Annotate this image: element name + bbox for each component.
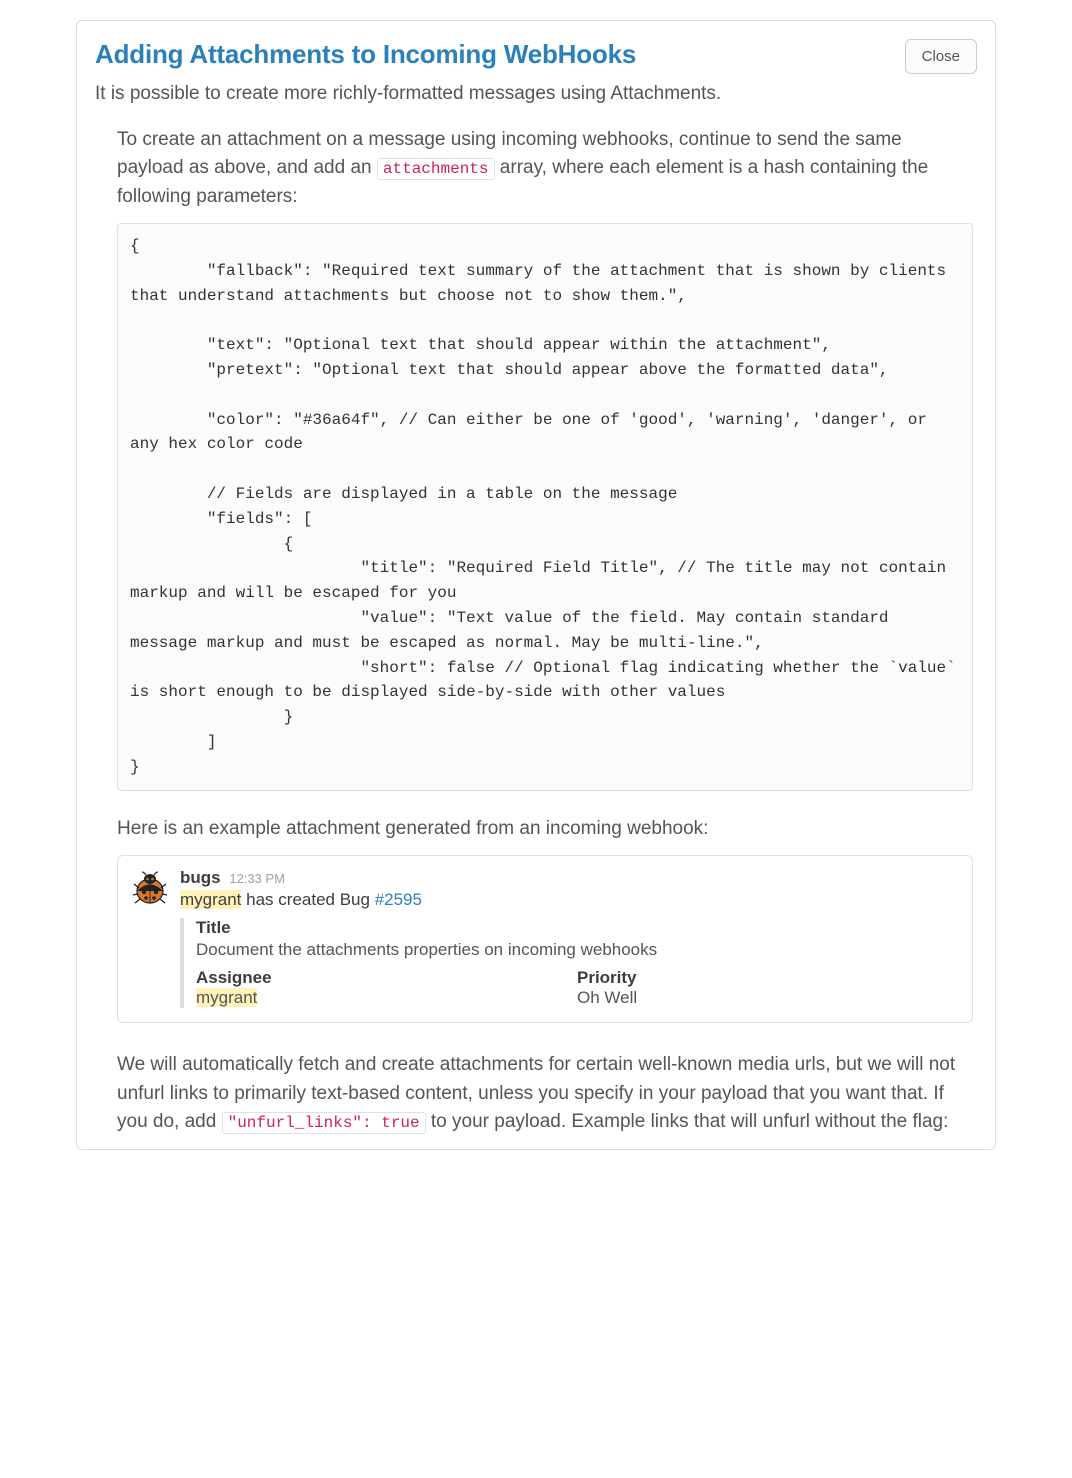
doc-panel: Adding Attachments to Incoming WebHooks … <box>76 20 996 1150</box>
fields-row: Assignee mygrant Priority Oh Well <box>196 968 958 1008</box>
code-block: { "fallback": "Required text summary of … <box>117 223 973 791</box>
inline-code-attachments: attachments <box>377 158 495 180</box>
field-assignee: Assignee mygrant <box>196 968 577 1008</box>
example-message: bugs 12:33 PM mygrant has created Bug #2… <box>117 855 973 1023</box>
attach-title-label: Title <box>196 918 958 938</box>
close-button[interactable]: Close <box>905 39 977 74</box>
instruction-paragraph: To create an attachment on a message usi… <box>117 126 973 212</box>
attach-title-value: Document the attachments properties on i… <box>196 940 958 960</box>
field-label-priority: Priority <box>577 968 958 988</box>
p3-post: to your payload. Example links that will… <box>426 1111 949 1132</box>
page-title: Adding Attachments to Incoming WebHooks <box>95 39 636 70</box>
attachment-block: Title Document the attachments propertie… <box>180 918 958 1008</box>
example-intro: Here is an example attachment generated … <box>117 815 973 844</box>
intro-paragraph: It is possible to create more richly-for… <box>95 80 977 108</box>
message-text: mygrant has created Bug #2595 <box>180 890 958 910</box>
field-label-assignee: Assignee <box>196 968 577 988</box>
message-username: bugs <box>180 868 221 887</box>
ladybug-icon <box>132 870 168 906</box>
field-priority: Priority Oh Well <box>577 968 958 1008</box>
inline-code-unfurl: "unfurl_links": true <box>222 1112 426 1134</box>
message-header: bugs 12:33 PM <box>180 868 958 888</box>
bug-link[interactable]: #2595 <box>375 890 422 909</box>
message-timestamp: 12:33 PM <box>229 871 285 886</box>
msg-mid: has created Bug <box>241 890 374 909</box>
content-section: To create an attachment on a message usi… <box>95 126 977 1137</box>
field-value-assignee: mygrant <box>196 988 257 1007</box>
field-value-priority: Oh Well <box>577 988 958 1008</box>
highlight-mygrant: mygrant <box>180 890 241 909</box>
unfurl-paragraph: We will automatically fetch and create a… <box>117 1051 973 1137</box>
header-row: Adding Attachments to Incoming WebHooks … <box>95 39 977 80</box>
message-body: bugs 12:33 PM mygrant has created Bug #2… <box>180 868 958 1008</box>
